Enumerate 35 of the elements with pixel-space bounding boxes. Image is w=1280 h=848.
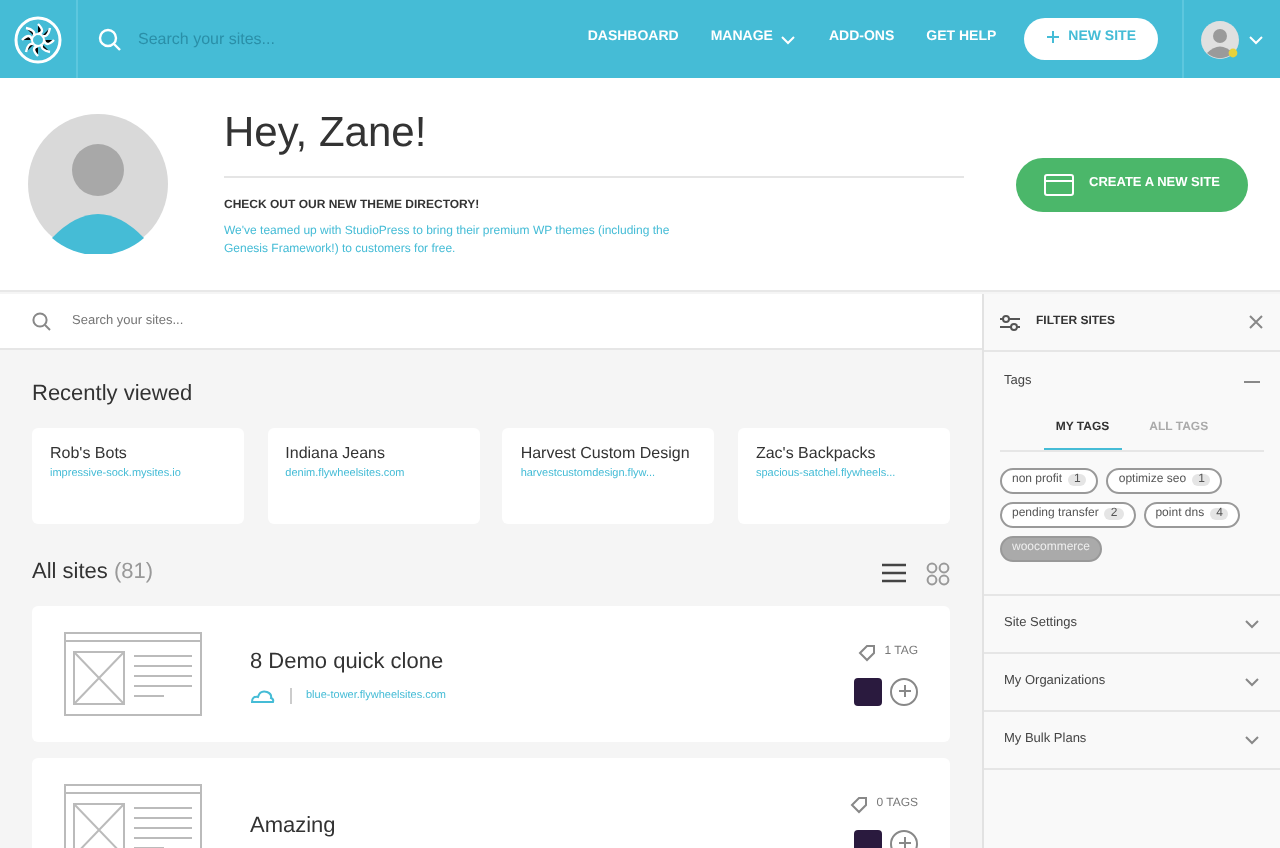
cloud-icon (250, 687, 276, 704)
tag-icon (850, 795, 869, 814)
collapse-icon (1244, 375, 1260, 387)
plugin-logo (854, 677, 882, 706)
search-icon (32, 311, 52, 331)
tag-icon (858, 643, 877, 662)
add-button[interactable] (890, 677, 918, 706)
site-name: Zac's Backpacks (755, 444, 878, 466)
logo-icon[interactable] (14, 15, 62, 63)
chevron-icon (1244, 618, 1260, 630)
section-heading: All sites (81) (32, 560, 154, 587)
caret-icon (780, 33, 797, 45)
browser-icon (1043, 173, 1074, 195)
caret-icon[interactable] (1248, 33, 1264, 45)
site-name: Amazing (250, 812, 338, 843)
profile-photo-placeholder (28, 114, 168, 254)
section-heading: Recently viewed (32, 382, 195, 409)
plus-icon (1046, 29, 1061, 44)
site-name: Indiana Jeans (285, 444, 387, 466)
site-thumbnail-drawing (64, 784, 202, 848)
filter-icon (1000, 313, 1020, 331)
site-name: Harvest Custom Design (520, 444, 692, 466)
site-thumbnail-drawing (64, 632, 202, 717)
site-name: Rob's Bots (50, 444, 129, 466)
chevron-icon (1244, 676, 1260, 688)
list-view-icon[interactable] (882, 562, 906, 585)
plus-icon (897, 684, 911, 699)
grid-view-icon[interactable] (926, 561, 950, 586)
avatar-icon[interactable] (1200, 19, 1240, 59)
close-icon[interactable] (1248, 314, 1264, 330)
chevron-icon (1244, 734, 1260, 746)
site-name: 8 Demo quick clone (250, 648, 446, 678)
plus-icon (897, 836, 911, 848)
search-icon (98, 27, 122, 51)
greeting-heading: Hey, Zane! (224, 108, 429, 160)
